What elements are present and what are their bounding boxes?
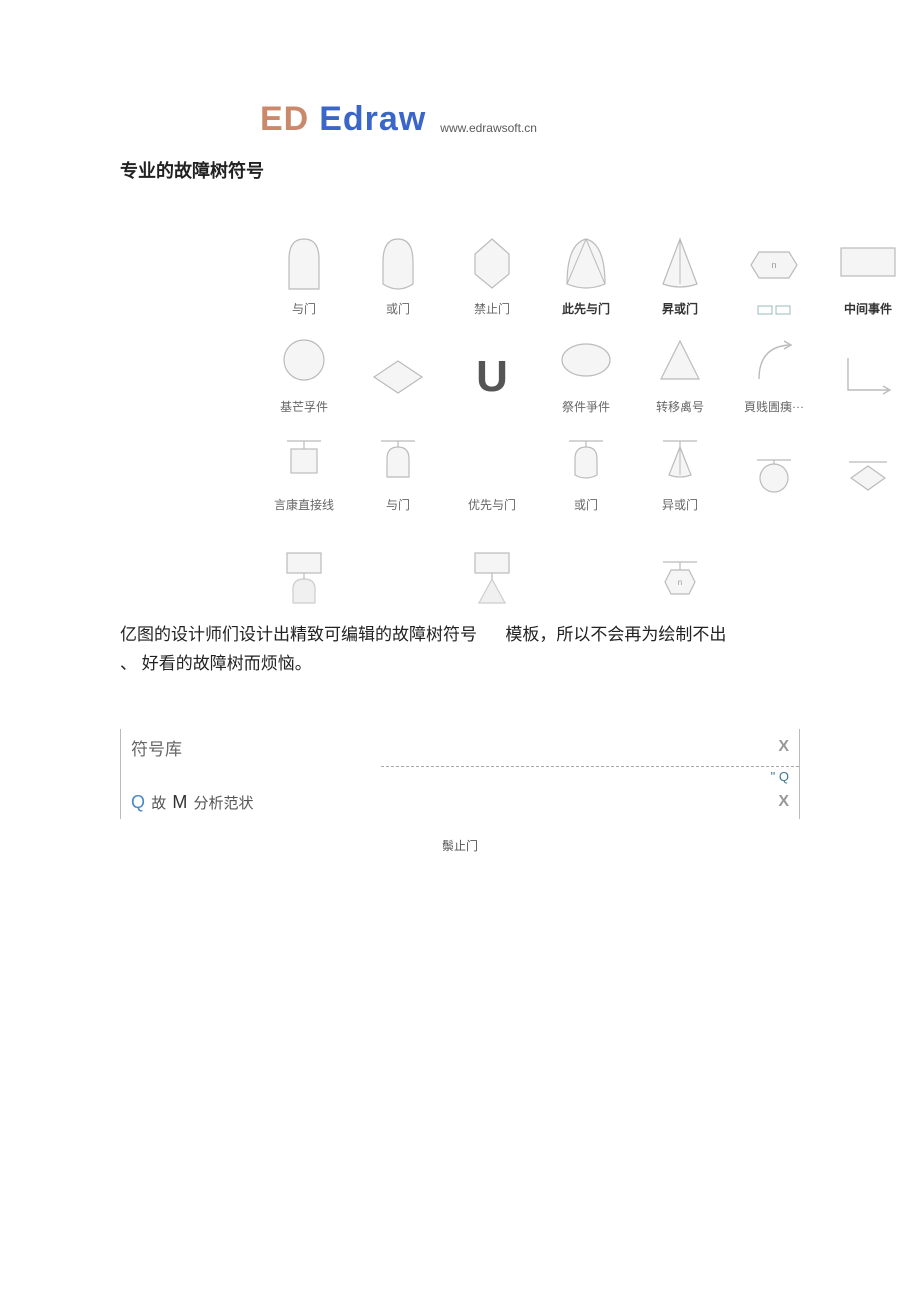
- label: 此先与门: [562, 300, 610, 317]
- symbol-hexagon-small: n: [730, 223, 818, 317]
- small-caption: 鬃止门: [120, 837, 800, 854]
- q-icon: Q: [131, 792, 145, 812]
- panel-q-right: " Q: [121, 767, 799, 786]
- symbol-conditional-event: 祭件爭件: [542, 321, 630, 415]
- symbol-empty-r4-3: [542, 517, 630, 611]
- symbol-right-angle-arrow: [824, 321, 912, 415]
- label: 中间事件: [844, 300, 892, 317]
- symbol-empty-r4-6: [824, 517, 912, 611]
- para-a: 亿图的设计师们设计出精致可编辑的故障树符号: [120, 625, 477, 644]
- body-paragraph: 亿图的设计师们设计出精致可编辑的故障树符号 模板，所以不会再为绘制不出 、 好看…: [120, 621, 800, 679]
- label: 或门: [386, 300, 410, 317]
- u-glyph: U: [476, 352, 508, 402]
- symbol-curve-arrow: 頁贱圊痍···: [730, 321, 818, 415]
- symbol-basic-event: 基芒孚件: [260, 321, 348, 415]
- symbol-and-gate-2: 与门: [354, 419, 442, 513]
- label: 言康直接线: [274, 496, 334, 513]
- symbol-transfer: 转移禼号: [636, 321, 724, 415]
- page-heading: 专业的故障树符号: [120, 157, 800, 183]
- symbol-priority-and-2: 优先与门: [448, 419, 536, 513]
- label: 异或门: [662, 496, 698, 513]
- label: [754, 303, 794, 317]
- para-c: 、 好看的故障树而烦恼。: [120, 654, 312, 673]
- symbol-gallery: 与门 或门 禁止门: [260, 223, 800, 611]
- row2-text1: 故: [151, 795, 166, 812]
- symbol-library-panel: 符号库 X " Q Q 故 M 分析范状 X: [120, 729, 800, 819]
- symbol-u-glyph: U: [448, 321, 536, 415]
- label: 頁贱圊痍···: [744, 398, 804, 415]
- svg-text:n: n: [678, 578, 682, 587]
- panel-row2-left: Q 故 M 分析范状: [131, 792, 254, 813]
- m-icon: M: [172, 792, 187, 812]
- label: 或门: [574, 496, 598, 513]
- symbol-xor-gate: 昇或门: [636, 223, 724, 317]
- close-icon[interactable]: X: [778, 738, 789, 756]
- logo-name: Edraw: [319, 100, 426, 139]
- symbol-priority-and-gate: 此先与门: [542, 223, 630, 317]
- symbol-rect-over-triangle: [448, 517, 536, 611]
- row2-text2: 分析范状: [194, 795, 254, 812]
- label: 优先与门: [468, 496, 516, 513]
- label: 与门: [292, 300, 316, 317]
- svg-text:n: n: [771, 260, 776, 270]
- symbol-intermediate-event: 中间事件: [824, 223, 912, 317]
- symbol-or-gate-2: 或门: [542, 419, 630, 513]
- logo-prefix: ED: [260, 100, 309, 139]
- symbol-rect-over-and: [260, 517, 348, 611]
- symbol-empty-r4-1: [354, 517, 442, 611]
- label: 转移禼号: [656, 398, 704, 415]
- logo: ED Edraw www.edrawsoft.cn: [260, 100, 800, 139]
- label: 基芒孚件: [280, 398, 328, 415]
- label: 与门: [386, 496, 410, 513]
- close-icon-2[interactable]: X: [778, 793, 789, 811]
- symbol-empty-r4-5: [730, 517, 818, 611]
- label: 祭件爭件: [562, 398, 610, 415]
- panel-title: 符号库: [131, 735, 182, 760]
- symbol-hexagon-bar: n: [636, 517, 724, 611]
- symbol-or-gate: 或门: [354, 223, 442, 317]
- symbol-diamond: [354, 321, 442, 415]
- symbol-inhibit-gate: 禁止门: [448, 223, 536, 317]
- symbol-and-gate: 与门: [260, 223, 348, 317]
- symbol-direct-line: 言康直接线: [260, 419, 348, 513]
- logo-url: www.edrawsoft.cn: [440, 121, 537, 139]
- label: 昇或门: [662, 300, 698, 317]
- symbol-circle-bar: [730, 419, 818, 513]
- symbol-xor-gate-2: 异或门: [636, 419, 724, 513]
- para-b: 模板，所以不会再为绘制不出: [505, 625, 726, 644]
- symbol-diamond-bar: [824, 419, 912, 513]
- label: 禁止门: [474, 300, 510, 317]
